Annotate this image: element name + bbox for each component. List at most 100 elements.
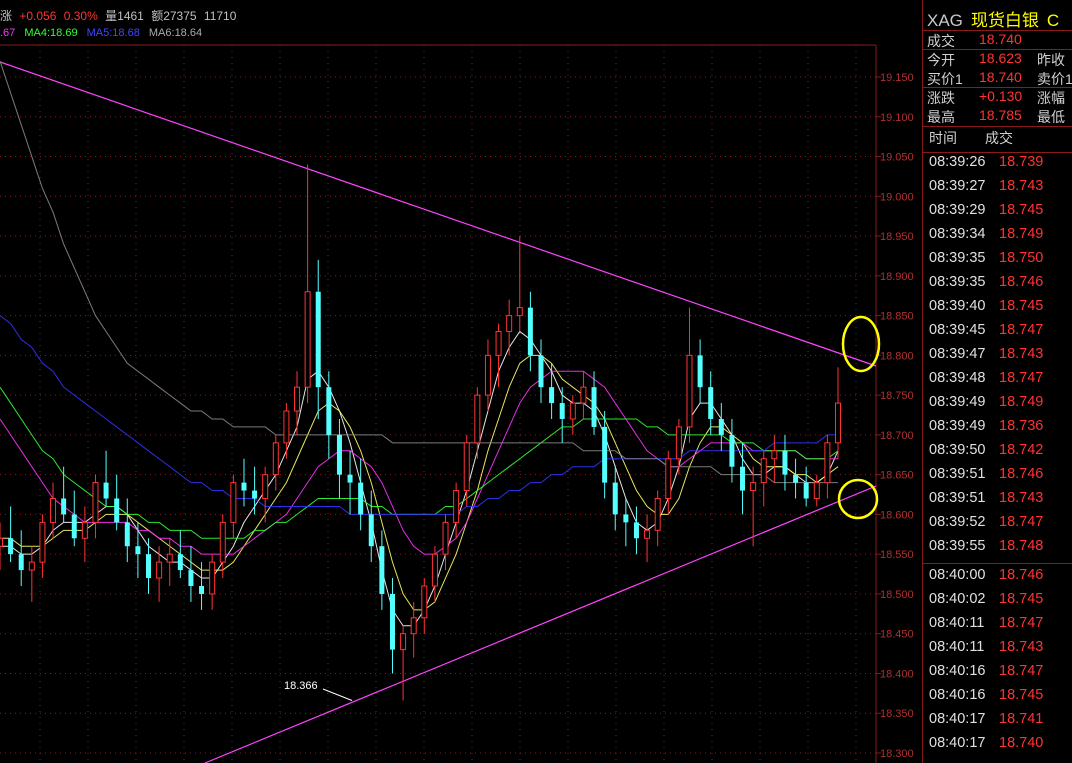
trade-row: 08:39:50 18.742 — [923, 442, 1072, 466]
kline-chart-area[interactable]: 19.150 19.100 19.050 19.000 18.950 18.900 18.8… — [0, 0, 922, 763]
candle-body — [368, 514, 374, 547]
candle-body — [156, 561, 163, 579]
trade-price: 18.750 — [999, 250, 1044, 266]
trade-time: 08:39:35 — [929, 274, 986, 290]
trade-row: 08:39:26 18.739 — [923, 154, 1072, 178]
candle-body — [612, 482, 618, 515]
ma3-value: .67 — [0, 27, 16, 39]
trade-price: 18.740 — [999, 735, 1044, 751]
quote-value: +0.130 — [979, 88, 1023, 104]
trade-price: 18.749 — [999, 226, 1044, 242]
trade-row: 08:39:45 18.747 — [923, 322, 1072, 346]
candle-body — [760, 458, 767, 484]
trade-price: 18.747 — [999, 663, 1044, 679]
low-annotation-line — [322, 688, 353, 701]
candle-body — [421, 585, 428, 619]
trade-time: 08:40:11 — [929, 615, 985, 631]
trade-price: 18.742 — [999, 442, 1044, 458]
trade-row: 08:40:17 18.740 — [923, 735, 1072, 759]
quote-row-open: 今开 18.623 昨收 — [923, 50, 1072, 69]
candle-body — [8, 538, 14, 555]
y-tick-label: 19.050 — [880, 152, 914, 164]
y-tick-label: 18.300 — [880, 748, 914, 760]
change-value: +0.056 — [19, 9, 57, 23]
trade-price: 18.749 — [999, 394, 1044, 410]
amount-label: 额 — [151, 9, 164, 23]
candle-body — [623, 514, 629, 523]
candle-body — [538, 355, 544, 388]
trade-time: 08:39:51 — [929, 490, 986, 506]
quote-row-bid: 买价1 18.740 卖价1 — [923, 69, 1072, 88]
trendline-upper — [0, 61, 877, 367]
y-tick-label: 18.550 — [880, 549, 914, 561]
trade-price: 18.745 — [999, 687, 1044, 703]
divider — [923, 563, 1072, 564]
ma6-line — [0, 60, 838, 484]
trade-time: 08:40:02 — [929, 591, 986, 607]
candle-body — [803, 482, 809, 499]
quote-panel: XAG 现货白银 C 成交 18.740 今开 18.623 昨收 买价1 18.7… — [922, 0, 1072, 763]
quote-value: 18.740 — [979, 31, 1022, 47]
candle-body — [389, 593, 395, 650]
highlight-circle-upper — [841, 315, 881, 373]
trade-row: 08:40:11 18.747 — [923, 615, 1072, 639]
trade-price: 18.743 — [999, 490, 1044, 506]
trade-row: 08:39:49 18.749 — [923, 394, 1072, 418]
y-tick-label: 19.000 — [880, 191, 914, 203]
trade-list-header: 时间 成交 — [923, 128, 1072, 148]
candle-body — [527, 307, 533, 356]
volume-value: 1461 — [117, 9, 144, 23]
y-tick-label: 18.450 — [880, 629, 914, 641]
trade-time: 08:39:34 — [929, 226, 986, 242]
trade-time: 08:40:11 — [929, 639, 985, 655]
candle-body — [177, 554, 183, 571]
y-tick-label: 18.800 — [880, 350, 914, 362]
candle-body — [252, 490, 258, 499]
trade-price: 18.739 — [999, 154, 1044, 170]
y-tick-label: 18.500 — [880, 589, 914, 601]
candle-body — [81, 521, 88, 539]
quote-label: 买价1 — [927, 71, 963, 87]
candle-body — [675, 426, 682, 460]
candle-body — [50, 498, 57, 523]
candle-body — [602, 426, 608, 483]
amount-value: 27375 — [163, 9, 197, 23]
quote-value: 18.785 — [979, 107, 1022, 123]
trade-time: 08:39:29 — [929, 202, 986, 218]
trade-row: 08:40:02 18.745 — [923, 591, 1072, 615]
trade-row: 08:39:29 18.745 — [923, 202, 1072, 226]
quote-label: 最高 — [927, 109, 955, 125]
candle-body — [654, 498, 661, 531]
quote-label: 成交 — [927, 33, 955, 49]
kline-chart[interactable]: 19.150 19.100 19.050 19.000 18.950 18.900 18.8… — [0, 0, 922, 763]
trade-row: 08:39:55 18.748 — [923, 538, 1072, 562]
trade-price: 18.745 — [999, 591, 1044, 607]
trade-time: 08:39:55 — [929, 538, 986, 554]
trade-row: 08:40:00 18.746 — [923, 567, 1072, 591]
instrument-symbol: XAG — [927, 11, 963, 30]
candle-body — [506, 315, 513, 332]
y-tick-label: 18.650 — [880, 470, 914, 482]
candle-body — [516, 307, 523, 317]
trade-row: 08:40:11 18.743 — [923, 639, 1072, 663]
candle-body — [633, 522, 639, 539]
trendline-lower — [204, 485, 877, 763]
instrument-name: 现货白银 — [970, 11, 1039, 30]
candle-body — [326, 387, 332, 435]
candle-body — [697, 355, 703, 388]
trade-time: 08:39:45 — [929, 322, 986, 338]
candle-body — [294, 386, 301, 412]
trade-price-header: 成交 — [985, 130, 1013, 146]
trade-price: 18.746 — [999, 274, 1044, 290]
trade-time-header: 时间 — [929, 130, 957, 146]
trade-time: 08:39:49 — [929, 394, 986, 410]
change-percent: 0.30% — [63, 9, 98, 23]
trade-row: 08:39:40 18.745 — [923, 298, 1072, 322]
trade-time: 08:39:48 — [929, 370, 986, 386]
candle-body — [61, 498, 67, 515]
candle-body — [272, 442, 279, 476]
quote-row-change: 涨跌 +0.130 涨幅 — [923, 88, 1072, 107]
trade-time: 08:39:27 — [929, 178, 986, 194]
candle-body — [474, 394, 481, 444]
candle-body — [336, 434, 342, 475]
